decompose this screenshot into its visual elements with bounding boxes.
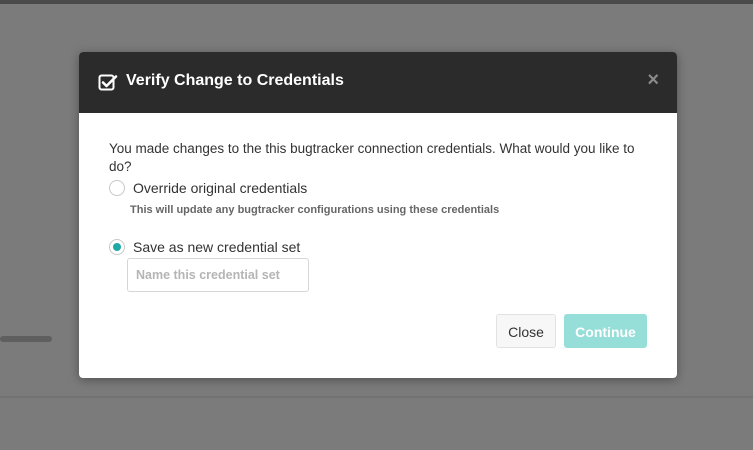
override-credentials-label[interactable]: Override original credentials (133, 179, 307, 197)
override-credentials-help: This will update any bugtracker configur… (130, 204, 500, 216)
check-square-icon (98, 72, 118, 92)
save-new-credential-set-radio[interactable] (109, 239, 125, 255)
close-button[interactable]: Close (496, 314, 556, 348)
dialog-body: You made changes to the this bugtracker … (109, 140, 649, 292)
dialog-prompt: You made changes to the this bugtracker … (109, 141, 635, 174)
option-save-new-credential-set[interactable]: Save as new credential set (109, 238, 300, 256)
credential-set-name-input[interactable] (127, 258, 309, 292)
backdrop-top-bar (0, 0, 753, 4)
backdrop-element (0, 336, 52, 342)
save-new-credential-set-label[interactable]: Save as new credential set (133, 238, 300, 256)
close-icon[interactable]: × (647, 68, 659, 92)
verify-credentials-dialog: Verify Change to Credentials × You made … (79, 52, 677, 378)
dialog-header: Verify Change to Credentials × (79, 52, 677, 113)
override-credentials-radio[interactable] (109, 180, 125, 196)
dialog-title: Verify Change to Credentials (126, 72, 344, 89)
continue-button[interactable]: Continue (564, 314, 647, 348)
backdrop-divider (0, 396, 753, 398)
option-override-credentials[interactable]: Override original credentials (109, 179, 307, 197)
